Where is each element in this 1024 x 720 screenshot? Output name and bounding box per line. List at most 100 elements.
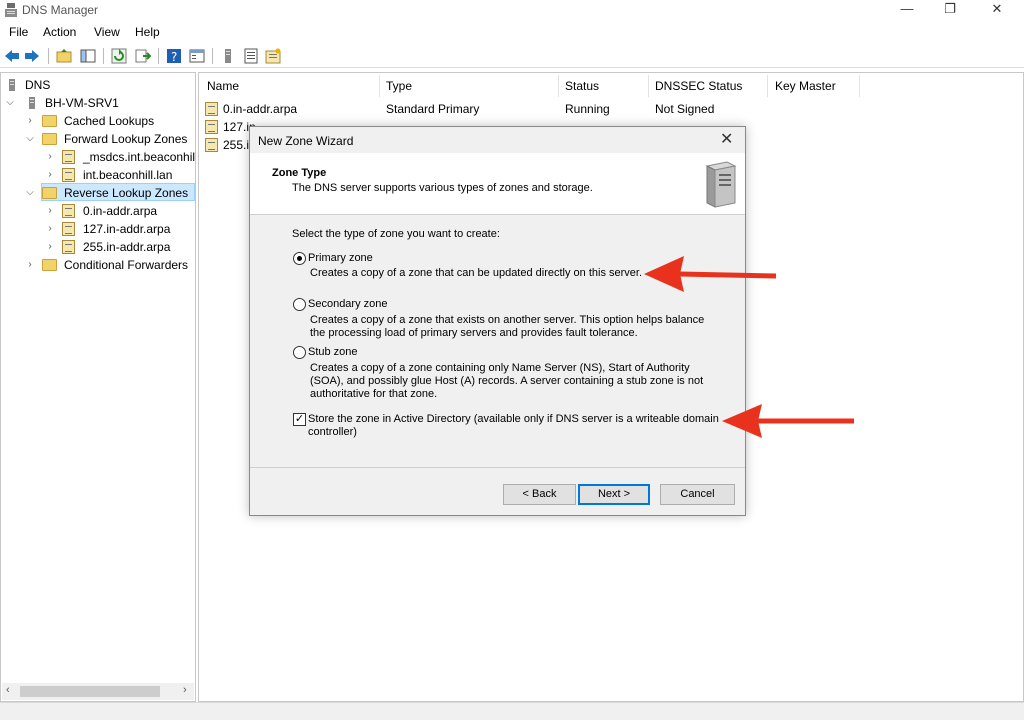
zone-type-prompt: Select the type of zone you want to crea…: [292, 228, 500, 240]
next-button[interactable]: Next >: [578, 484, 650, 505]
annotation-arrow-active-directory: [722, 404, 854, 438]
chevron-right-icon[interactable]: ›: [45, 238, 55, 256]
maximize-button[interactable]: ❐: [933, 0, 967, 20]
zone-icon: [205, 102, 218, 116]
menu-file[interactable]: File: [9, 25, 28, 39]
properties-icon[interactable]: [189, 48, 205, 64]
secondary-zone-description-line1: Creates a copy of a zone that exists on …: [310, 314, 705, 326]
server-icon[interactable]: [220, 48, 236, 64]
wizard-page-subtitle: The DNS server supports various types of…: [292, 182, 593, 194]
secondary-zone-radio[interactable]: [293, 298, 306, 311]
dialog-close-button[interactable]: ✕: [720, 129, 733, 149]
tree-label-msdcs: _msdcs.int.beaconhil: [83, 150, 196, 164]
folder-icon: [42, 133, 57, 145]
zone-icon: [62, 240, 75, 254]
forward-icon[interactable]: [24, 48, 40, 64]
window-title: DNS Manager: [22, 3, 99, 17]
column-separator[interactable]: [648, 75, 649, 97]
help-icon[interactable]: ?: [166, 48, 182, 64]
toolbar-separator: [103, 48, 104, 64]
column-header-dnssec[interactable]: DNSSEC Status: [655, 79, 742, 93]
annotation-arrow-primary: [644, 256, 777, 292]
wizard-page-title: Zone Type: [272, 167, 327, 179]
scroll-left-icon[interactable]: ‹: [6, 684, 10, 696]
primary-zone-radio[interactable]: [293, 252, 306, 265]
zone-icon: [62, 204, 75, 218]
column-separator[interactable]: [859, 75, 860, 97]
console-tree[interactable]: DNS ⌵ BH-VM-SRV1 › Cached Lookups ⌵ Forw…: [0, 72, 196, 702]
back-button[interactable]: < Back: [503, 484, 576, 505]
tree-label-rev-255: 255.in-addr.arpa: [83, 240, 171, 254]
chevron-down-icon[interactable]: ⌵: [5, 94, 15, 112]
menu-action[interactable]: Action: [43, 25, 76, 39]
secondary-zone-label[interactable]: Secondary zone: [308, 298, 388, 310]
store-in-ad-label-line2[interactable]: controller): [308, 426, 357, 439]
store-in-ad-label-line1[interactable]: Store the zone in Active Directory (avai…: [308, 413, 719, 426]
column-header-type[interactable]: Type: [386, 79, 412, 93]
export-icon[interactable]: [135, 48, 151, 64]
stub-zone-description-line3: authoritative for that zone.: [310, 388, 438, 400]
chevron-right-icon[interactable]: ›: [45, 202, 55, 220]
chevron-right-icon[interactable]: ›: [25, 112, 35, 130]
column-header-keymaster[interactable]: Key Master: [775, 79, 836, 93]
primary-zone-label[interactable]: Primary zone: [308, 252, 373, 264]
svg-text:?: ?: [171, 50, 177, 64]
column-header-name[interactable]: Name: [207, 79, 239, 93]
toolbar: ?: [0, 44, 1024, 68]
close-window-button[interactable]: ✕: [980, 0, 1014, 20]
cell-status: Running: [565, 102, 610, 116]
list-icon[interactable]: [243, 48, 259, 64]
tree-label-server: BH-VM-SRV1: [45, 96, 119, 110]
horizontal-scrollbar[interactable]: ‹ ›: [2, 683, 194, 700]
store-in-ad-checkbox[interactable]: ✓: [293, 413, 306, 426]
refresh-icon[interactable]: [111, 48, 127, 64]
dns-icon: [9, 79, 15, 91]
folder-icon: [42, 115, 57, 127]
tree-label-rev-0: 0.in-addr.arpa: [83, 204, 158, 218]
back-icon[interactable]: [4, 48, 20, 64]
chevron-right-icon[interactable]: ›: [45, 220, 55, 238]
cell-dnssec: Not Signed: [655, 102, 715, 116]
minimize-button[interactable]: —: [890, 0, 924, 20]
chevron-down-icon[interactable]: ⌵: [25, 184, 35, 202]
stub-zone-label[interactable]: Stub zone: [308, 346, 358, 358]
menu-view[interactable]: View: [94, 25, 120, 39]
server-tower-icon: [705, 161, 737, 208]
status-bar: [0, 702, 1024, 720]
title-bar: DNS Manager — ❐ ✕: [0, 0, 1024, 20]
chevron-down-icon[interactable]: ⌵: [25, 130, 35, 148]
tree-label-conditional: Conditional Forwarders: [64, 258, 189, 272]
folder-icon: [42, 187, 57, 199]
new-zone-wizard-dialog: New Zone Wizard ✕ Zone Type The DNS serv…: [249, 126, 746, 516]
dialog-divider: [250, 467, 745, 468]
chevron-right-icon[interactable]: ›: [45, 148, 55, 166]
column-header-status[interactable]: Status: [565, 79, 599, 93]
zone-icon: [205, 138, 218, 152]
toolbar-separator: [212, 48, 213, 64]
scrollbar-thumb[interactable]: [20, 686, 160, 697]
stub-zone-description-line2: (SOA), and possibly glue Host (A) record…: [310, 375, 704, 387]
wizard-header: Zone Type The DNS server supports variou…: [250, 153, 745, 215]
new-zone-icon[interactable]: [265, 48, 281, 64]
cancel-button[interactable]: Cancel: [660, 484, 735, 505]
show-hide-tree-icon[interactable]: [80, 48, 96, 64]
scroll-right-icon[interactable]: ›: [183, 684, 187, 696]
menu-bar: File Action View Help: [0, 22, 1024, 42]
column-separator[interactable]: [558, 75, 559, 97]
chevron-right-icon[interactable]: ›: [45, 166, 55, 184]
stub-zone-radio[interactable]: [293, 346, 306, 359]
toolbar-separator: [48, 48, 49, 64]
tree-label-cached: Cached Lookups: [64, 114, 155, 128]
column-separator[interactable]: [767, 75, 768, 97]
chevron-right-icon[interactable]: ›: [25, 256, 35, 274]
server-icon: [29, 97, 35, 109]
zone-icon: [62, 222, 75, 236]
column-separator[interactable]: [379, 75, 380, 97]
tree-label-reverse: Reverse Lookup Zones: [64, 186, 189, 200]
folder-icon: [42, 259, 57, 271]
menu-help[interactable]: Help: [135, 25, 160, 39]
tree-label-rev-127: 127.in-addr.arpa: [83, 222, 171, 236]
up-folder-icon[interactable]: [56, 48, 72, 64]
tree-label-forward: Forward Lookup Zones: [64, 132, 188, 146]
stub-zone-description-line1: Creates a copy of a zone containing only…: [310, 362, 690, 374]
